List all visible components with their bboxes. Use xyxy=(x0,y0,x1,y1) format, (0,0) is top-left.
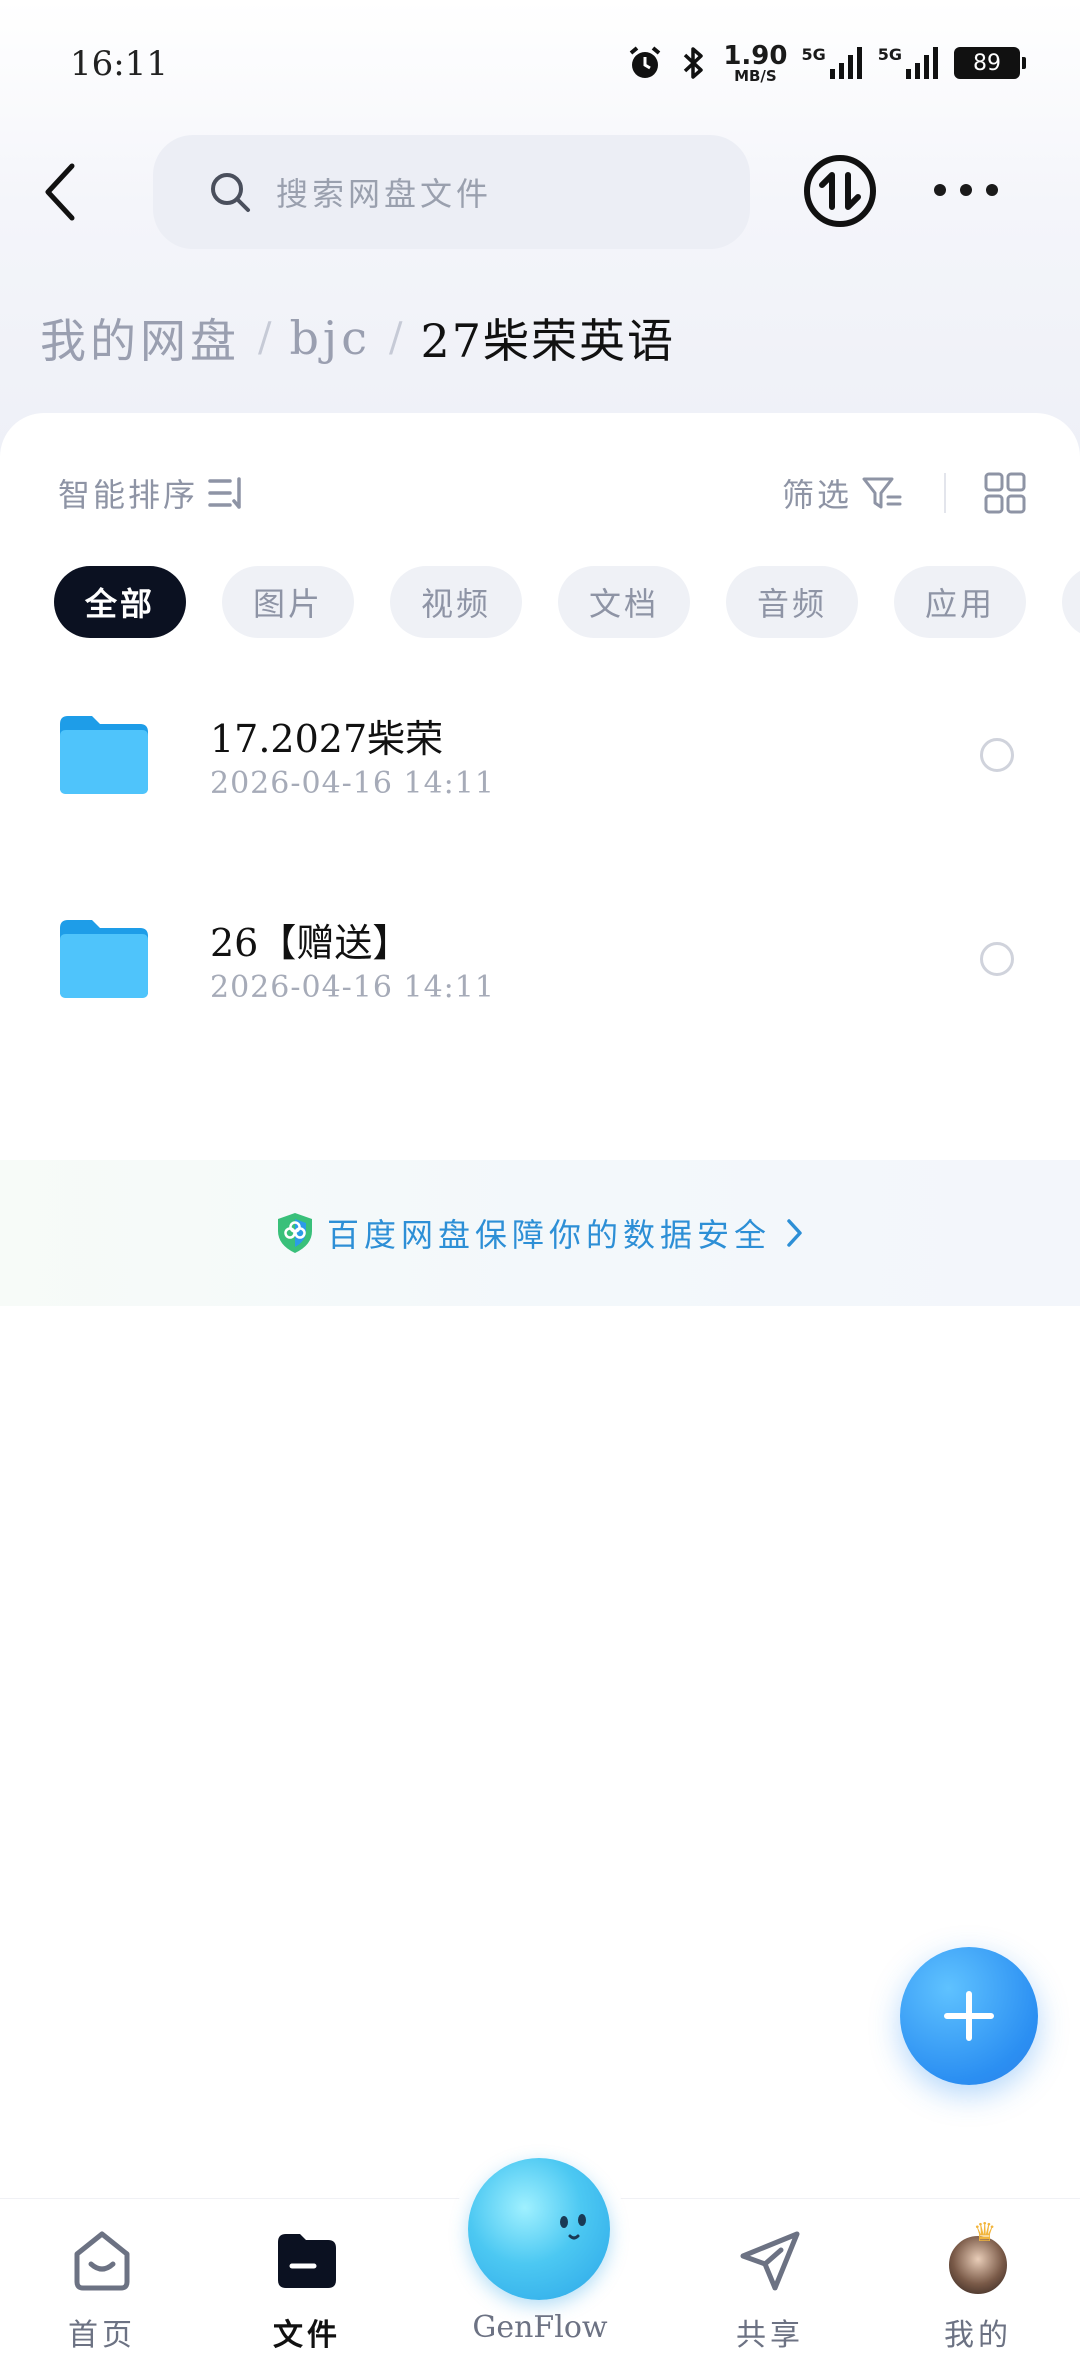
nav-item-home[interactable]: 首页 xyxy=(32,2226,172,2354)
folder-icon xyxy=(60,716,148,794)
battery-indicator: 89 xyxy=(954,47,1026,79)
security-banner-text: 百度网盘保障你的数据安全 xyxy=(326,1216,771,1254)
file-date: 2026-04-16 14:11 xyxy=(210,766,495,801)
chip-images[interactable]: 图片 xyxy=(222,566,354,638)
chip-documents[interactable]: 文档 xyxy=(558,566,690,638)
status-time: 16:11 xyxy=(70,44,168,84)
breadcrumb-item-root[interactable]: 我的网盘 xyxy=(40,305,240,371)
breadcrumb: 我的网盘 / bjc / 27柴荣英语 xyxy=(40,305,675,371)
network-speed-value: 1.90 xyxy=(723,40,788,71)
bluetooth-icon xyxy=(679,43,709,83)
signal-1-label: 5G xyxy=(801,45,826,64)
nav-label-genflow[interactable]: GenFlow xyxy=(440,2310,640,2345)
chip-apps[interactable]: 应用 xyxy=(894,566,1026,638)
signal-2-icon: 5G xyxy=(878,45,940,81)
select-radio[interactable] xyxy=(980,738,1014,772)
chip-all[interactable]: 全部 xyxy=(54,566,186,638)
alarm-icon xyxy=(625,43,665,83)
nav-item-files[interactable]: 文件 xyxy=(237,2226,377,2354)
toolbar-divider xyxy=(944,473,946,513)
status-bar: 16:11 1.90 MB/S 5G 5G 89 xyxy=(0,0,1080,130)
select-radio[interactable] xyxy=(980,942,1014,976)
avatar-icon: ♛ xyxy=(943,2218,1013,2296)
sort-icon xyxy=(208,477,241,509)
file-name: 17.2027柴荣 xyxy=(210,717,444,761)
security-banner[interactable]: 百度网盘保障你的数据安全 xyxy=(0,1160,1080,1306)
nav-label-files: 文件 xyxy=(273,2318,341,2353)
file-name: 26【赠送】 xyxy=(210,921,411,965)
filter-button[interactable]: 筛选 xyxy=(782,470,902,516)
chevron-right-icon xyxy=(787,1219,802,1247)
back-arrow-icon xyxy=(45,163,75,221)
filter-label: 筛选 xyxy=(782,476,853,514)
signal-1-icon: 5G xyxy=(801,45,863,81)
home-icon xyxy=(67,2226,137,2296)
file-list-item[interactable]: 17.2027柴荣 2026-04-16 14:11 xyxy=(0,670,1080,850)
crown-icon: ♛ xyxy=(973,2218,997,2248)
nav-item-profile[interactable]: ♛ 我的 xyxy=(908,2218,1048,2354)
nav-label-share: 共享 xyxy=(736,2318,804,2353)
status-icons: 1.90 MB/S 5G 5G 89 xyxy=(625,38,1026,88)
transfer-icon xyxy=(804,155,876,227)
file-date: 2026-04-16 14:11 xyxy=(210,970,495,1005)
more-options-button[interactable] xyxy=(934,170,998,210)
sort-button[interactable]: 智能排序 xyxy=(58,470,246,516)
send-icon xyxy=(735,2226,805,2296)
folder-icon xyxy=(60,920,148,998)
grid-view-button[interactable] xyxy=(984,472,1026,514)
folder-icon xyxy=(272,2226,342,2296)
file-list-item[interactable]: 26【赠送】 2026-04-16 14:11 xyxy=(0,874,1080,1054)
add-button[interactable] xyxy=(900,1947,1038,2085)
search-placeholder: 搜索网盘文件 xyxy=(276,175,493,213)
search-input[interactable]: 搜索网盘文件 xyxy=(153,135,750,249)
back-button[interactable] xyxy=(40,160,90,224)
breadcrumb-current: 27柴荣英语 xyxy=(420,314,675,368)
nav-label-home: 首页 xyxy=(68,2318,136,2353)
chip-more[interactable] xyxy=(1062,566,1080,638)
sort-label: 智能排序 xyxy=(58,476,199,514)
shield-icon xyxy=(277,1213,312,1253)
nav-item-share[interactable]: 共享 xyxy=(700,2226,840,2354)
filter-icon xyxy=(862,477,902,509)
chip-audio[interactable]: 音频 xyxy=(726,566,858,638)
network-speed-unit: MB/S xyxy=(734,66,777,85)
more-dot-icon xyxy=(934,184,946,196)
search-icon xyxy=(211,173,250,212)
breadcrumb-separator: / xyxy=(388,315,403,361)
category-chips: 全部 图片 视频 文档 音频 应用 xyxy=(54,566,1080,640)
breadcrumb-separator: / xyxy=(258,315,272,361)
more-dot-icon xyxy=(986,184,998,196)
genflow-icon[interactable] xyxy=(468,2158,610,2300)
chip-videos[interactable]: 视频 xyxy=(390,566,522,638)
grid-view-icon xyxy=(984,472,1026,514)
signal-2-label: 5G xyxy=(877,45,902,64)
network-speed: 1.90 MB/S xyxy=(723,43,787,84)
plus-icon xyxy=(944,1991,994,2041)
more-dot-icon xyxy=(960,184,972,196)
breadcrumb-item-bjc[interactable]: bjc xyxy=(289,311,370,365)
nav-label-profile: 我的 xyxy=(944,2318,1012,2353)
transfer-list-button[interactable] xyxy=(802,153,878,229)
